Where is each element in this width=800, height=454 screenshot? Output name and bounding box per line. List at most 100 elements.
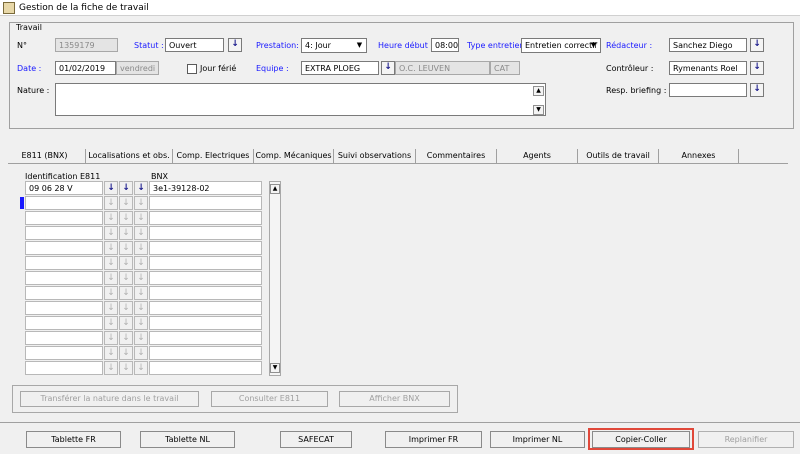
nature-scroll-up[interactable]: ▲ xyxy=(533,86,544,96)
download-icon[interactable]: ↓ xyxy=(119,301,133,315)
tab-localisations[interactable]: Localisations et obs. xyxy=(85,149,172,163)
nature-scroll-down[interactable]: ▼ xyxy=(533,105,544,115)
tab-e811-bnx[interactable]: E811 (BNX) xyxy=(8,149,81,163)
download-icon[interactable]: ↓ xyxy=(104,181,118,195)
grid-cell-ident[interactable] xyxy=(25,271,103,285)
download-icon[interactable]: ↓ xyxy=(104,271,118,285)
grid-cell-ident[interactable] xyxy=(25,301,103,315)
grid-cell-ident[interactable] xyxy=(25,286,103,300)
grid-cell-bnx[interactable] xyxy=(149,226,262,240)
download-icon[interactable]: ↓ xyxy=(104,241,118,255)
grid-cell-ident[interactable] xyxy=(25,331,103,345)
afficher-bnx-button[interactable]: Afficher BNX xyxy=(339,391,450,407)
grid-cell-bnx[interactable] xyxy=(149,241,262,255)
grid-vertical-scrollbar[interactable]: ▲ ▼ xyxy=(269,181,281,376)
download-icon[interactable]: ↓ xyxy=(134,361,148,375)
redacteur-download-icon[interactable]: ↓ xyxy=(750,38,764,52)
briefing-download-icon[interactable]: ↓ xyxy=(750,83,764,97)
grid-cell-bnx[interactable] xyxy=(149,256,262,270)
download-icon[interactable]: ↓ xyxy=(134,271,148,285)
grid-cell-bnx[interactable] xyxy=(149,301,262,315)
type-select[interactable]: Entretien correctif ▼ xyxy=(521,38,601,53)
date-field[interactable]: 01/02/2019 xyxy=(55,61,116,75)
tab-commentaires[interactable]: Commentaires xyxy=(415,149,496,163)
download-icon[interactable]: ↓ xyxy=(134,196,148,210)
grid-cell-ident[interactable]: 09 06 28 V xyxy=(25,181,103,195)
tab-comp-electriques[interactable]: Comp. Electriques xyxy=(172,149,253,163)
grid-cell-ident[interactable] xyxy=(25,226,103,240)
grid-cell-ident[interactable] xyxy=(25,361,103,375)
jour-ferie-checkbox[interactable] xyxy=(187,64,197,74)
transfer-nature-button[interactable]: Transférer la nature dans le travail xyxy=(20,391,199,407)
download-icon[interactable]: ↓ xyxy=(119,361,133,375)
download-icon[interactable]: ↓ xyxy=(134,286,148,300)
grid-scroll-down[interactable]: ▼ xyxy=(270,363,280,373)
download-icon[interactable]: ↓ xyxy=(119,226,133,240)
download-icon[interactable]: ↓ xyxy=(119,331,133,345)
download-icon[interactable]: ↓ xyxy=(104,361,118,375)
grid-cell-ident[interactable] xyxy=(25,316,103,330)
download-icon[interactable]: ↓ xyxy=(119,181,133,195)
tab-outils-de-travail[interactable]: Outils de travail xyxy=(577,149,658,163)
download-icon[interactable]: ↓ xyxy=(104,316,118,330)
grid-cell-bnx[interactable] xyxy=(149,211,262,225)
copier-coller-button[interactable]: Copier-Coller xyxy=(592,431,690,448)
grid-cell-ident[interactable] xyxy=(25,241,103,255)
grid-cell-bnx[interactable] xyxy=(149,361,262,375)
download-icon[interactable]: ↓ xyxy=(134,226,148,240)
grid-cell-bnx[interactable] xyxy=(149,271,262,285)
grid-cell-bnx[interactable]: 3e1-39128-02 xyxy=(149,181,262,195)
imprimer-nl-button[interactable]: Imprimer NL xyxy=(490,431,585,448)
download-icon[interactable]: ↓ xyxy=(119,211,133,225)
download-icon[interactable]: ↓ xyxy=(104,331,118,345)
tab-agents[interactable]: Agents xyxy=(496,149,577,163)
statut-download-icon[interactable]: ↓ xyxy=(228,38,242,52)
grid-cell-ident[interactable] xyxy=(25,211,103,225)
grid-cell-ident[interactable] xyxy=(25,346,103,360)
download-icon[interactable]: ↓ xyxy=(119,196,133,210)
download-icon[interactable]: ↓ xyxy=(134,301,148,315)
grid-cell-ident[interactable] xyxy=(25,256,103,270)
controleur-download-icon[interactable]: ↓ xyxy=(750,61,764,75)
tab-suivi-observations[interactable]: Suivi observations xyxy=(333,149,415,163)
safecat-button[interactable]: SAFECAT xyxy=(280,431,352,448)
tablette-nl-button[interactable]: Tablette NL xyxy=(140,431,235,448)
consulter-e811-button[interactable]: Consulter E811 xyxy=(211,391,328,407)
download-icon[interactable]: ↓ xyxy=(104,196,118,210)
download-icon[interactable]: ↓ xyxy=(104,256,118,270)
replanifier-button[interactable]: Replanifier xyxy=(698,431,794,448)
grid-cell-bnx[interactable] xyxy=(149,316,262,330)
download-icon[interactable]: ↓ xyxy=(134,316,148,330)
download-icon[interactable]: ↓ xyxy=(134,181,148,195)
heure-field[interactable]: 08:00 xyxy=(431,38,459,52)
download-icon[interactable]: ↓ xyxy=(104,301,118,315)
download-icon[interactable]: ↓ xyxy=(119,241,133,255)
download-icon[interactable]: ↓ xyxy=(119,346,133,360)
download-icon[interactable]: ↓ xyxy=(104,226,118,240)
download-icon[interactable]: ↓ xyxy=(134,346,148,360)
grid-scroll-up[interactable]: ▲ xyxy=(270,184,280,194)
tab-comp-mecaniques[interactable]: Comp. Mécaniques xyxy=(253,149,333,163)
nature-textarea[interactable] xyxy=(55,83,546,116)
download-icon[interactable]: ↓ xyxy=(104,286,118,300)
download-icon[interactable]: ↓ xyxy=(119,256,133,270)
imprimer-fr-button[interactable]: Imprimer FR xyxy=(385,431,482,448)
grid-cell-bnx[interactable] xyxy=(149,196,262,210)
tablette-fr-button[interactable]: Tablette FR xyxy=(26,431,121,448)
grid-cell-ident[interactable] xyxy=(25,196,103,210)
grid-cell-bnx[interactable] xyxy=(149,286,262,300)
prestation-select[interactable]: 4: Jour ▼ xyxy=(301,38,367,53)
download-icon[interactable]: ↓ xyxy=(134,241,148,255)
download-icon[interactable]: ↓ xyxy=(119,286,133,300)
download-icon[interactable]: ↓ xyxy=(119,316,133,330)
download-icon[interactable]: ↓ xyxy=(134,331,148,345)
equipe-download-icon[interactable]: ↓ xyxy=(381,61,395,75)
download-icon[interactable]: ↓ xyxy=(119,271,133,285)
grid-cell-bnx[interactable] xyxy=(149,346,262,360)
download-icon[interactable]: ↓ xyxy=(134,211,148,225)
grid-cell-bnx[interactable] xyxy=(149,331,262,345)
download-icon[interactable]: ↓ xyxy=(134,256,148,270)
download-icon[interactable]: ↓ xyxy=(104,346,118,360)
download-icon[interactable]: ↓ xyxy=(104,211,118,225)
tab-annexes[interactable]: Annexes xyxy=(658,149,739,163)
